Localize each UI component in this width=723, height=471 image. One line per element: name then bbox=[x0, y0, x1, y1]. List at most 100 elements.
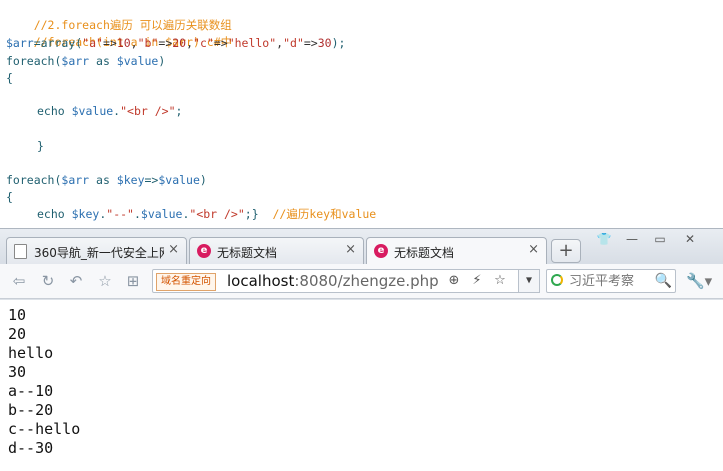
code-variable: $key bbox=[71, 207, 100, 221]
code-variable: $value bbox=[116, 54, 159, 68]
url-host: localhost bbox=[227, 272, 295, 290]
tab-label: 无标题文档 bbox=[394, 246, 455, 260]
code-token: ) bbox=[158, 54, 166, 68]
code-operator: => bbox=[158, 36, 173, 50]
code-string: "d" bbox=[283, 36, 304, 50]
bolt-icon[interactable]: ⚡ bbox=[468, 273, 486, 289]
code-string: "b" bbox=[137, 36, 159, 50]
code-number: 20 bbox=[172, 36, 187, 50]
code-variable: $value bbox=[140, 207, 183, 221]
code-line: echo $key."--".$value."<br />";} //遍历key… bbox=[6, 206, 376, 223]
code-number: 30 bbox=[317, 36, 332, 50]
code-variable: $arr bbox=[61, 54, 90, 68]
code-variable: $key bbox=[116, 173, 145, 187]
favorite-icon[interactable]: ☆ bbox=[96, 272, 114, 290]
code-token: ; bbox=[175, 104, 183, 118]
page-content: 10 20 hello 30 a--10 b--20 c--hello d--3… bbox=[0, 299, 723, 471]
search-icon[interactable]: 🔍 bbox=[655, 271, 672, 291]
zoom-icon[interactable]: ⊕ bbox=[445, 273, 463, 289]
code-line: foreach($arr as $value) bbox=[6, 53, 165, 70]
output-line: d--30 bbox=[8, 439, 54, 457]
code-operator: => bbox=[102, 36, 117, 50]
output-line: c--hello bbox=[8, 420, 81, 438]
code-token: ) bbox=[199, 173, 207, 187]
url-text[interactable]: localhost:8080/zhengze.php bbox=[227, 272, 439, 290]
apps-icon[interactable]: ⊞ bbox=[124, 272, 142, 290]
code-brace: } bbox=[37, 139, 44, 153]
new-tab-button[interactable]: + bbox=[551, 239, 581, 263]
code-line: { bbox=[6, 70, 13, 87]
code-line: } bbox=[6, 138, 44, 155]
tools-menu-icon[interactable]: 🔧▾ bbox=[686, 272, 716, 290]
tab-untitled-active[interactable]: e 无标题文档 × bbox=[366, 237, 547, 265]
search-box[interactable]: 🔍 bbox=[546, 269, 676, 293]
close-window-button[interactable]: ✕ bbox=[680, 231, 700, 247]
search-input[interactable] bbox=[569, 272, 653, 290]
code-line: $arr=array("a"=>10,"b"=>20,"c"=>"hello",… bbox=[6, 35, 345, 52]
undo-icon[interactable]: ↶ bbox=[67, 272, 85, 290]
tab-label: 360导航_新一代安全上网 bbox=[34, 246, 164, 260]
refresh-icon[interactable]: ↻ bbox=[39, 272, 57, 290]
code-operator: => bbox=[303, 36, 318, 50]
close-icon[interactable]: × bbox=[345, 243, 356, 257]
code-line: echo $value."<br />"; bbox=[6, 103, 182, 120]
code-variable: $arr bbox=[6, 36, 34, 50]
browser-page-icon: e bbox=[197, 244, 211, 258]
address-bar[interactable]: 域名重定向 localhost:8080/zhengze.php ⊕ ⚡ ☆ bbox=[152, 269, 540, 293]
code-string: "<br />" bbox=[120, 104, 176, 118]
code-keyword: as bbox=[89, 173, 117, 187]
code-brace: { bbox=[6, 71, 13, 85]
code-keyword: as bbox=[89, 54, 117, 68]
code-keyword: echo bbox=[37, 207, 72, 221]
code-brace: { bbox=[6, 190, 13, 204]
output-line: 30 bbox=[8, 363, 27, 381]
output-line: a--10 bbox=[8, 382, 54, 400]
code-editor[interactable]: //2.foreach遍历 可以遍历关联数组 //foreach(int a i… bbox=[0, 0, 723, 228]
close-icon[interactable]: × bbox=[528, 243, 539, 257]
back-icon[interactable]: ⇦ bbox=[10, 272, 28, 290]
close-icon[interactable]: × bbox=[168, 243, 179, 257]
search-engine-icon bbox=[551, 274, 563, 286]
document-icon bbox=[14, 244, 27, 259]
address-dropdown-icon[interactable]: ▼ bbox=[518, 269, 540, 293]
code-token: =array( bbox=[33, 36, 83, 50]
output-line: hello bbox=[8, 344, 54, 362]
code-operator: , bbox=[130, 36, 138, 50]
output-line: 10 bbox=[8, 306, 27, 324]
navigation-toolbar: ⇦ ↻ ↶ ☆ ⊞ 域名重定向 localhost:8080/zhengze.p… bbox=[0, 264, 723, 299]
code-line: { bbox=[6, 189, 13, 206]
tab-label: 无标题文档 bbox=[217, 246, 278, 260]
code-string: "--" bbox=[106, 207, 134, 221]
output-line: b--20 bbox=[8, 401, 54, 419]
bookmark-star-icon[interactable]: ☆ bbox=[491, 273, 509, 289]
code-operator: . bbox=[133, 207, 141, 221]
redirect-badge[interactable]: 域名重定向 bbox=[156, 273, 216, 291]
tab-bar: 360导航_新一代安全上网 × e 无标题文档 × e 无标题文档 × + 👕 … bbox=[0, 228, 723, 265]
code-string: "<br />" bbox=[189, 207, 245, 221]
code-variable: $arr bbox=[61, 173, 90, 187]
url-path: :8080/zhengze.php bbox=[294, 272, 439, 290]
tab-360-nav[interactable]: 360导航_新一代安全上网 × bbox=[6, 237, 187, 264]
browser-page-icon: e bbox=[374, 244, 388, 258]
minimize-button[interactable]: — bbox=[622, 231, 642, 247]
code-string: "a" bbox=[82, 36, 103, 50]
code-token: ;} bbox=[244, 207, 273, 221]
code-string: "hello" bbox=[227, 36, 277, 50]
code-string: "c" bbox=[193, 36, 214, 50]
code-line: foreach($arr as $key=>$value) bbox=[6, 172, 207, 189]
tab-untitled-1[interactable]: e 无标题文档 × bbox=[189, 237, 364, 264]
restore-button[interactable]: ▭ bbox=[650, 231, 670, 247]
code-variable: $value bbox=[71, 104, 114, 118]
code-operator: => bbox=[213, 36, 228, 50]
skin-icon[interactable]: 👕 bbox=[594, 231, 614, 247]
browser-window: 360导航_新一代安全上网 × e 无标题文档 × e 无标题文档 × + 👕 … bbox=[0, 228, 723, 471]
code-line: //2.foreach遍历 可以遍历关联数组 bbox=[6, 0, 232, 32]
code-operator: => bbox=[144, 173, 159, 187]
code-keyword: foreach( bbox=[6, 173, 62, 187]
code-keyword: echo bbox=[37, 104, 72, 118]
code-token: ); bbox=[331, 36, 346, 50]
output-line: 20 bbox=[8, 325, 27, 343]
code-comment: //遍历key和value bbox=[272, 207, 377, 221]
code-variable: $value bbox=[158, 173, 200, 187]
code-operator: , bbox=[186, 36, 194, 50]
